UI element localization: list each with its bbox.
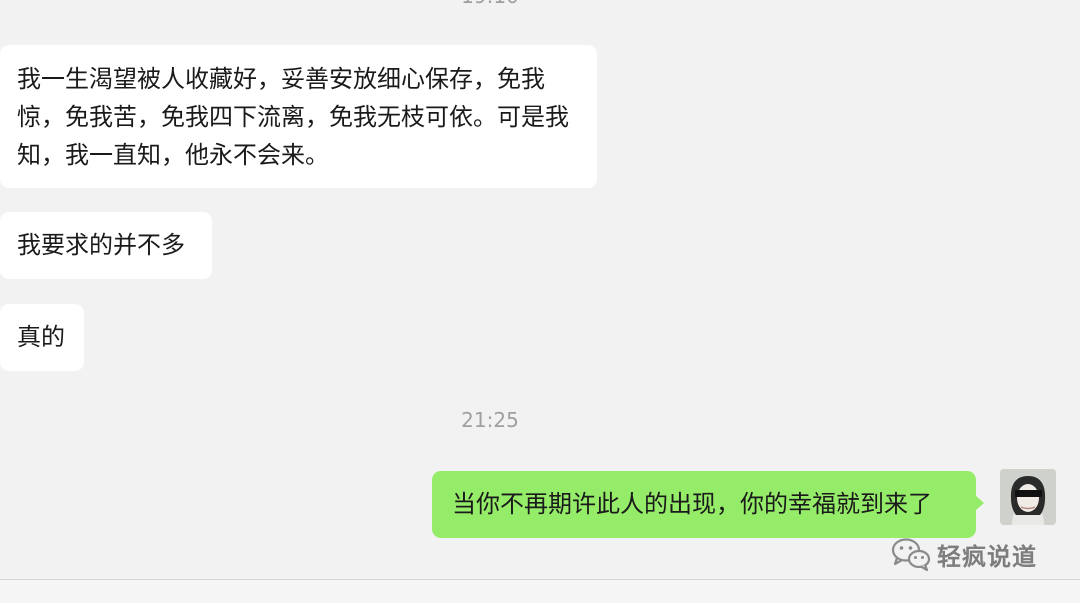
timestamp-top: 19:10 <box>0 0 980 8</box>
message-input-area[interactable] <box>0 580 1080 603</box>
message-bubble-sent[interactable]: 当你不再期许此人的出现，你的幸福就到来了 <box>432 471 984 538</box>
message-bubble-received[interactable]: 我一生渴望被人收藏好，妥善安放细心保存，免我惊，免我苦，免我四下流离，免我无枝可… <box>0 45 597 188</box>
message-bubble-received[interactable]: 真的 <box>0 304 84 371</box>
watermark: 轻疯说道 <box>891 534 1037 574</box>
avatar-image <box>1000 469 1056 525</box>
avatar[interactable] <box>1000 469 1056 525</box>
timestamp-middle: 21:25 <box>461 408 519 432</box>
message-bubble-received[interactable]: 我要求的并不多 <box>0 212 212 279</box>
wechat-icon <box>891 538 931 571</box>
watermark-text: 轻疯说道 <box>937 542 1037 571</box>
